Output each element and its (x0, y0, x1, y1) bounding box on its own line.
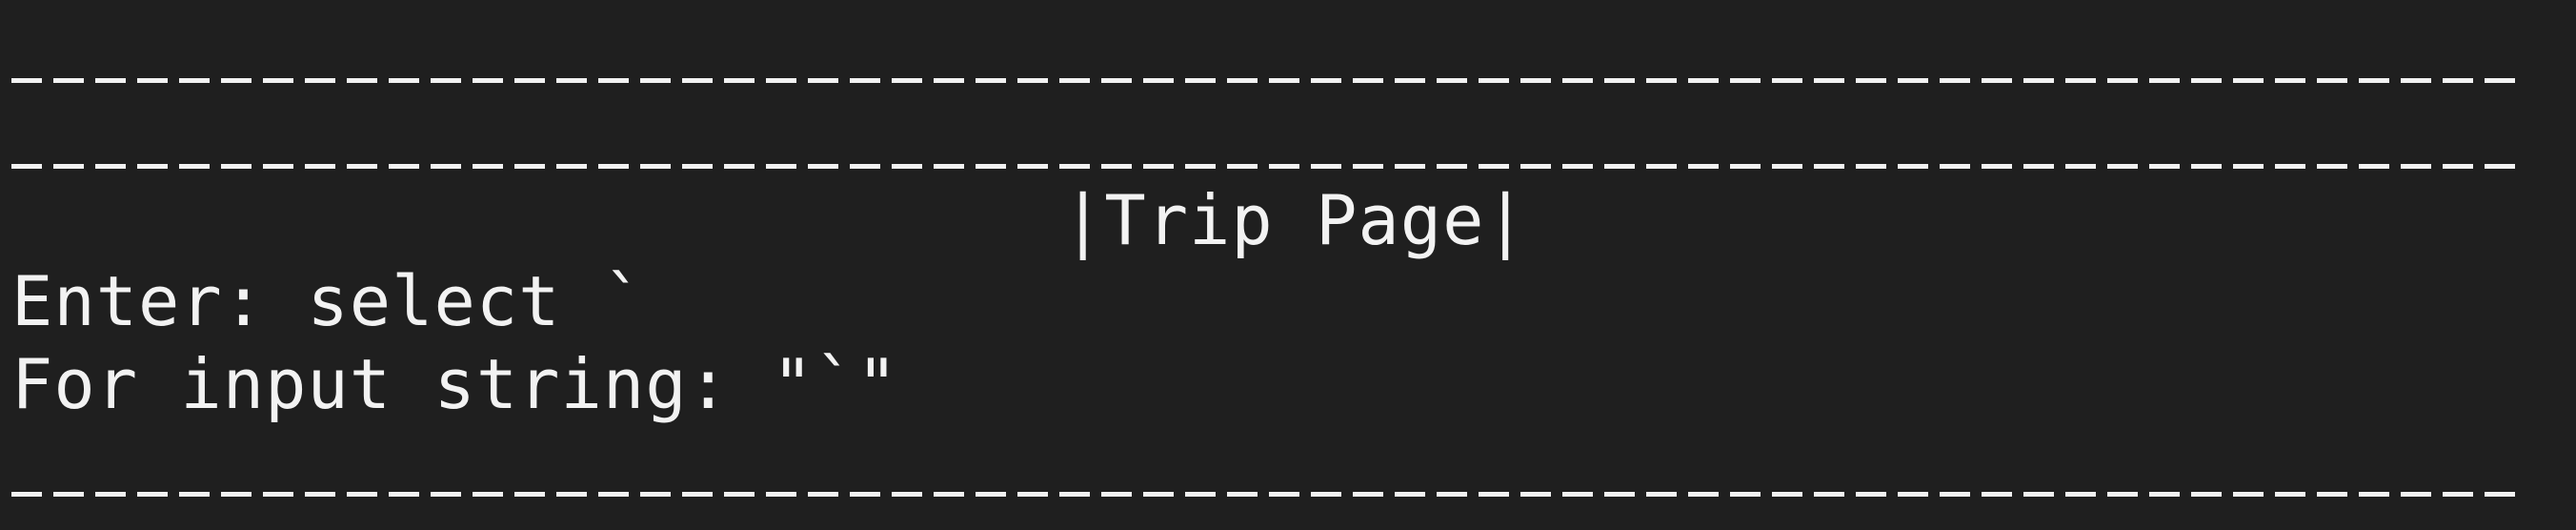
divider-line-top (11, 78, 2526, 83)
page-title: |Trip Page| (1062, 180, 1527, 260)
prompt-input-line[interactable]: Enter: select ` (11, 260, 645, 342)
divider-line-bottom (11, 492, 2526, 497)
error-message: For input string: "`" (11, 344, 899, 424)
divider-line-upper (11, 164, 2526, 169)
terminal-window[interactable]: |Trip Page| Enter: select ` For input st… (0, 0, 2576, 530)
